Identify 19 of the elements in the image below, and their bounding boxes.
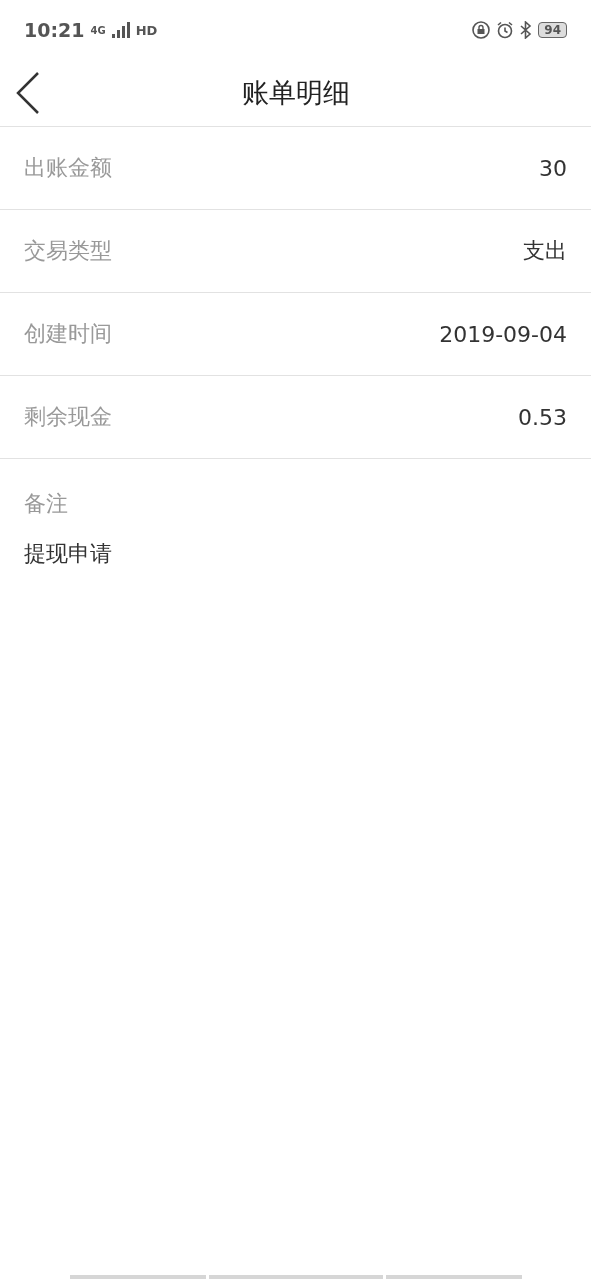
page-title: 账单明细 — [241, 76, 350, 110]
field-label: 创建时间 — [24, 320, 112, 348]
alarm-icon — [496, 21, 515, 39]
hd-indicator: HD — [135, 22, 158, 38]
field-label: 交易类型 — [24, 237, 112, 265]
remark-label: 备注 — [24, 490, 69, 518]
field-value: 支出 — [523, 237, 567, 265]
signal-icon — [111, 22, 130, 38]
bluetooth-icon — [520, 21, 533, 39]
network-type: 4G — [90, 24, 106, 36]
battery-level: 94 — [538, 22, 567, 38]
remark-text: 提现申请 — [24, 540, 113, 568]
field-label: 剩余现金 — [24, 403, 112, 431]
status-time: 10:21 — [24, 19, 85, 41]
field-value: 2019-09-04 — [439, 321, 567, 347]
field-value: 30 — [539, 155, 567, 181]
field-label: 出账金额 — [24, 154, 112, 182]
lock-icon — [472, 21, 491, 39]
field-value: 0.53 — [518, 404, 567, 430]
